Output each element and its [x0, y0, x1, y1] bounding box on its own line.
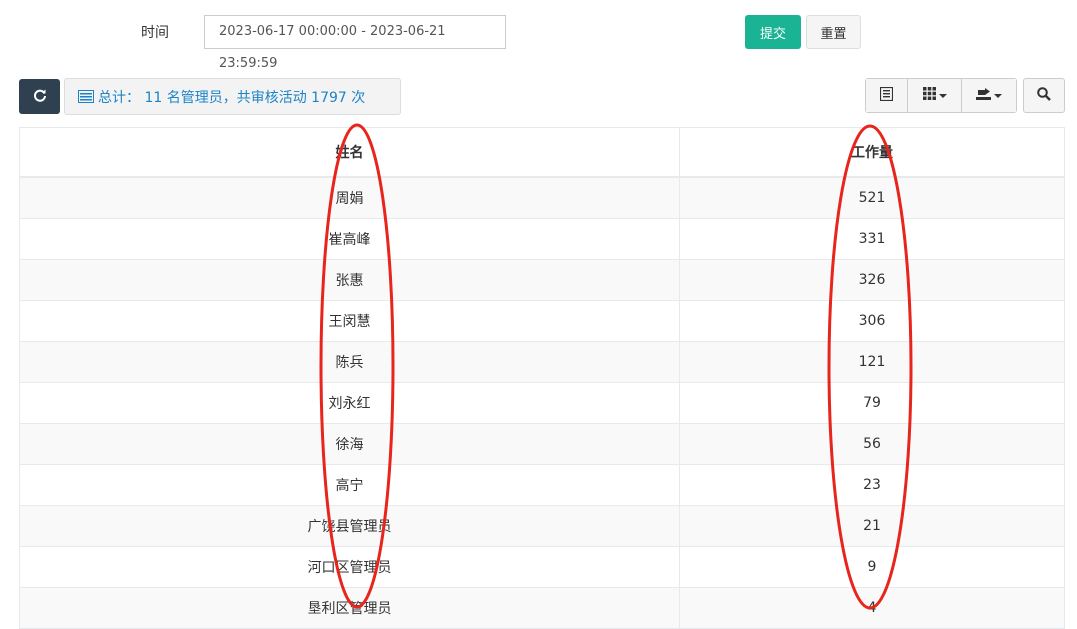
name-cell: 周娟 [20, 176, 680, 219]
toggle-view-button[interactable] [866, 79, 908, 112]
table-row: 垦利区管理员 4 [20, 587, 1064, 628]
name-cell: 崔高峰 [20, 218, 680, 260]
table-toolbar: 总计： 11 名管理员，共审核活动 1797 次 [0, 78, 1077, 116]
name-cell: 河口区管理员 [20, 546, 680, 588]
reset-button[interactable]: 重置 [806, 15, 861, 49]
workload-cell: 521 [679, 176, 1064, 219]
card-view-icon [879, 86, 894, 105]
workload-cell: 9 [679, 546, 1064, 588]
export-dropdown-button[interactable] [962, 79, 1016, 112]
list-icon [78, 90, 94, 103]
submit-button[interactable]: 提交 [745, 15, 801, 49]
table-row: 高宁 23 [20, 464, 1064, 506]
grid-icon [922, 87, 936, 104]
chevron-down-icon [994, 93, 1002, 98]
workload-table: 姓名 工作量 周娟 521 崔高峰 331 张惠 326 王闵慧 306 陈兵 121 刘… [19, 127, 1065, 629]
refresh-icon [33, 88, 47, 105]
table-row: 周娟 521 [20, 176, 1064, 219]
name-cell: 徐海 [20, 423, 680, 465]
name-cell: 王闵慧 [20, 300, 680, 342]
time-range-input[interactable]: 2023-06-17 00:00:00 - 2023-06-21 23:59:5… [204, 15, 506, 71]
filter-form: 时间 2023-06-17 00:00:00 - 2023-06-21 23:5… [0, 0, 1077, 71]
workload-cell: 331 [679, 218, 1064, 260]
table-row: 陈兵 121 [20, 341, 1064, 383]
table-row: 王闵慧 306 [20, 300, 1064, 342]
workload-cell: 56 [679, 423, 1064, 465]
search-icon [1037, 86, 1051, 105]
name-cell: 垦利区管理员 [20, 587, 680, 628]
time-label: 时间 [141, 25, 169, 41]
table-row: 徐海 56 [20, 423, 1064, 465]
column-header-name[interactable]: 姓名 [20, 128, 680, 178]
chevron-down-icon [938, 93, 947, 98]
table-row: 广饶县管理员 21 [20, 505, 1064, 547]
table-row: 河口区管理员 9 [20, 546, 1064, 588]
columns-dropdown-button[interactable] [908, 79, 962, 112]
table-row: 崔高峰 331 [20, 218, 1064, 260]
table-row: 张惠 326 [20, 259, 1064, 301]
export-icon [976, 87, 991, 104]
workload-cell: 326 [679, 259, 1064, 301]
name-cell: 高宁 [20, 464, 680, 506]
table-row: 刘永红 79 [20, 382, 1064, 424]
refresh-button[interactable] [19, 79, 60, 114]
name-cell: 广饶县管理员 [20, 505, 680, 547]
summary-box: 总计： 11 名管理员，共审核活动 1797 次 [64, 78, 401, 115]
workload-cell: 21 [679, 505, 1064, 547]
summary-text: 总计： 11 名管理员，共审核活动 1797 次 [98, 89, 366, 106]
search-button[interactable] [1023, 78, 1065, 113]
workload-cell: 79 [679, 382, 1064, 424]
name-cell: 张惠 [20, 259, 680, 301]
column-header-workload[interactable]: 工作量 [679, 128, 1064, 178]
name-cell: 陈兵 [20, 341, 680, 383]
table-tools-group [865, 78, 1017, 113]
name-cell: 刘永红 [20, 382, 680, 424]
workload-cell: 306 [679, 300, 1064, 342]
workload-cell: 121 [679, 341, 1064, 383]
workload-cell: 23 [679, 464, 1064, 506]
workload-cell: 4 [679, 587, 1064, 628]
